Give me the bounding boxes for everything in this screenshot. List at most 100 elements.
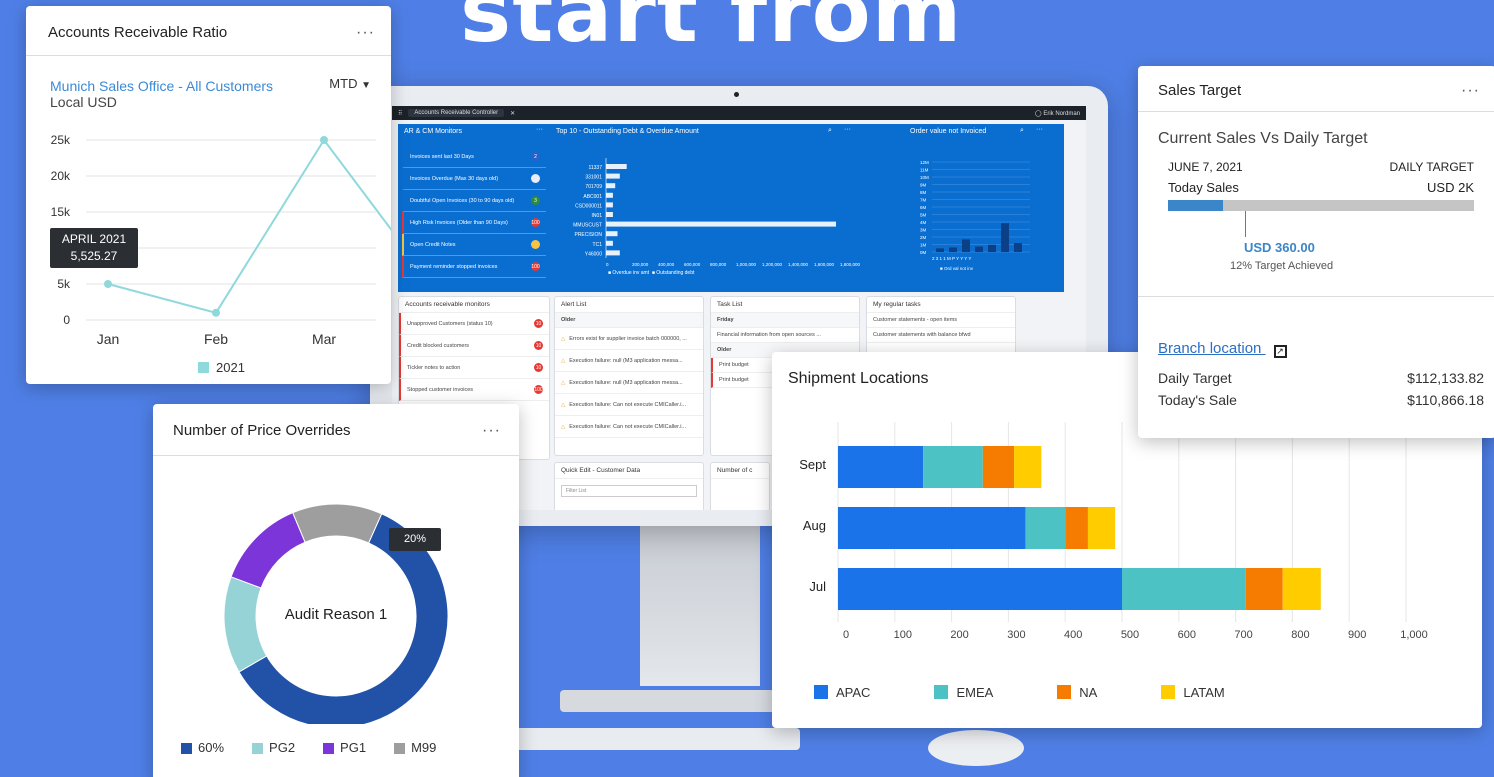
alert-item[interactable]: △ Execution failure: null (M3 application… (555, 372, 703, 394)
alert-item[interactable]: △ Errors exist for supplier invoice batch… (555, 328, 703, 350)
bar-segment (1122, 568, 1246, 610)
legend-label: NA (1079, 685, 1098, 700)
more-icon[interactable]: ··· (1461, 82, 1480, 99)
warning-icon: △ (561, 423, 566, 430)
donut-slice (223, 576, 268, 673)
order-axis-label: 3M (920, 228, 927, 233)
donut-chart (223, 503, 449, 724)
legend-swatch (323, 743, 335, 754)
user-name: Erik Nordman (1043, 110, 1080, 117)
filter-input[interactable]: Filter List (561, 485, 697, 497)
alert-rows: △ Errors exist for supplier invoice batch… (555, 328, 703, 438)
x-tick-label: 700 (1234, 629, 1252, 641)
monitor-item[interactable]: Payment reminder stopped invoices 100 (402, 256, 546, 278)
monitor-stand (640, 526, 760, 686)
more-icon[interactable]: ··· (844, 126, 851, 133)
monitor-item[interactable]: Doubtful Open Invoices (30 to 90 days ol… (402, 190, 546, 212)
grid-menu-icon[interactable]: ⠿ (398, 110, 402, 117)
bar-segment (1087, 507, 1116, 549)
period-label: MTD (329, 76, 358, 91)
data-point (104, 280, 112, 288)
count-badge: 100 (534, 385, 543, 394)
alert-item[interactable]: △ Execution failure: Can not execute CMIC… (555, 394, 703, 416)
x-tick-label: 200 (950, 629, 968, 641)
period-dropdown[interactable]: MTD ▼ (329, 76, 371, 91)
ar-monitor-row[interactable]: Stopped customer invoices 100 (399, 379, 549, 401)
y-tick-label: 25k (51, 133, 71, 147)
legend-item: NA (1057, 685, 1097, 700)
count-badge (531, 174, 540, 183)
y-tick-label: 0 (63, 313, 70, 327)
alert-item[interactable]: △ Execution failure: null (M3 application… (555, 350, 703, 372)
search-icon[interactable]: ⌕ (828, 127, 832, 135)
monitor-item[interactable]: Open Credit Notes (402, 234, 546, 256)
monitor-item[interactable]: Invoices Overdue (Max 30 days old) (402, 168, 546, 190)
regular-task-label: Customer statements - open items (873, 317, 958, 323)
top10-axis-label: 1,200,000 (762, 262, 783, 267)
ar-monitor-row[interactable]: Tickler notes to action 10 (399, 357, 549, 379)
order-legend: ■ Ord val not inv (940, 266, 974, 271)
more-icon[interactable]: ··· (356, 24, 375, 41)
x-tick-label: Mar (312, 331, 336, 347)
donut-tooltip: 20% (389, 528, 441, 551)
quick-edit-tile: Quick Edit - Customer Data Filter List (554, 462, 704, 510)
order-bar (949, 247, 957, 252)
mouse (928, 730, 1024, 766)
ar-subtitle[interactable]: Munich Sales Office - All Customers (50, 78, 273, 94)
sales-progress-fill (1168, 200, 1224, 211)
branch-location-link[interactable]: Branch location ↗ (1158, 340, 1287, 358)
more-icon[interactable]: ··· (536, 126, 543, 133)
monitor-label: High Risk Invoices (Older than 90 Days) (410, 219, 508, 226)
order-axis-label: 7M (920, 198, 927, 203)
ar-monitor-row[interactable]: Credit blocked customers 10 (399, 335, 549, 357)
chevron-down-icon: ▼ (361, 80, 371, 91)
sales-rows: Daily Target $112,133.82 Today's Sale $110,… (1158, 370, 1484, 414)
monitor-label: Doubtful Open Invoices (30 to 90 days ol… (410, 197, 515, 204)
top10-axis-label: 1,400,000 (788, 262, 809, 267)
monitor-item[interactable]: High Risk Invoices (Older than 90 Days) 1… (402, 212, 546, 234)
y-tick-label: Aug (803, 518, 826, 533)
count-badge (531, 240, 540, 249)
top10-axis-label: 600,000 (684, 262, 701, 267)
branch-link-label: Branch location (1158, 340, 1262, 357)
regular-task-label: Customer statements with balance bfwd (873, 332, 971, 338)
legend-label: 60% (198, 740, 225, 755)
order-axis-label: 6M (920, 205, 927, 210)
x-tick-label: 600 (1178, 629, 1196, 641)
legend-item: EMEA (934, 685, 993, 700)
order-axis-label: 12M (920, 160, 929, 165)
sales-row: Daily Target $112,133.82 (1158, 370, 1484, 386)
task-item[interactable]: Financial information from open sources … (711, 328, 859, 343)
search-icon[interactable]: ⌕ (1020, 127, 1024, 135)
ar-monitor-row[interactable]: Unapproved Customers (status 10) 10 (399, 313, 549, 335)
top10-category: TC1 (593, 242, 603, 248)
app-title-tab[interactable]: Accounts Receivable Controller (408, 109, 505, 117)
more-icon[interactable]: ··· (482, 422, 501, 439)
target-label: DAILY TARGET (1389, 160, 1474, 174)
order-axis-label: 1M (920, 243, 927, 248)
top10-bar (606, 240, 613, 246)
regular-task[interactable]: Customer statements - open items (867, 313, 1015, 328)
legend-item: PG2 (252, 740, 295, 755)
user-menu[interactable]: ◯ Erik Nordman (1035, 110, 1080, 117)
legend-swatch (394, 743, 406, 754)
progress-marker (1245, 211, 1246, 237)
monitor-item[interactable]: Invoices sent last 30 Days 2 (402, 146, 546, 168)
regular-task[interactable]: Customer statements with balance bfwd (867, 328, 1015, 343)
task-label: Print budget (719, 377, 749, 383)
order-axis-label: 2M (920, 235, 927, 240)
tile-title: Alert List (555, 297, 703, 313)
alert-label: Execution failure: null (M3 application … (569, 357, 683, 364)
alert-group: Older (555, 313, 703, 328)
count-badge: 3 (531, 196, 540, 205)
legend-debt: Outstanding debt (656, 270, 695, 276)
top10-bar (606, 164, 627, 169)
close-icon[interactable]: ✕ (510, 110, 515, 117)
more-icon[interactable]: ··· (1036, 126, 1043, 133)
divider (1138, 296, 1494, 297)
legend-swatch (252, 743, 264, 754)
alert-item[interactable]: △ Execution failure: Can not execute CMIC… (555, 416, 703, 438)
sales-target-card: Sales Target ··· Current Sales Vs Daily … (1138, 66, 1494, 438)
order-bar (962, 239, 970, 252)
bar-segment (923, 446, 983, 488)
